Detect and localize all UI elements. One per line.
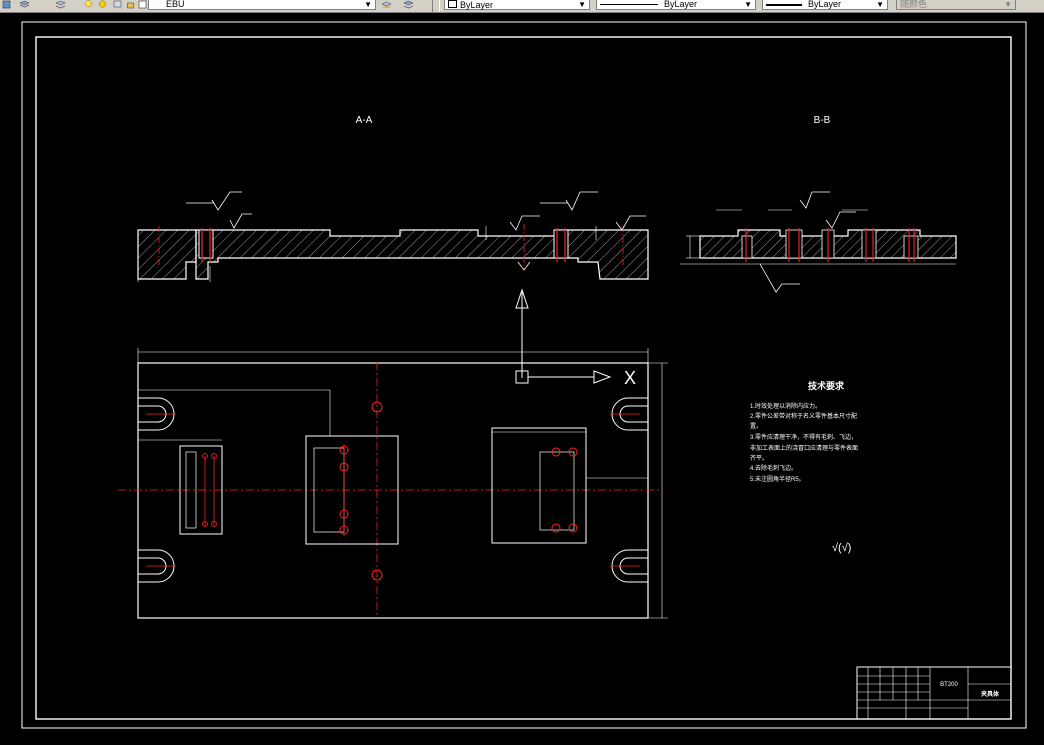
layer-lock-icon[interactable] (126, 0, 136, 12)
chevron-down-icon: ▼ (876, 0, 884, 9)
layer-manager-icon[interactable] (20, 0, 34, 12)
sheet-outer-border (21, 21, 1027, 729)
layer-freeze-sun-icon[interactable] (98, 0, 110, 12)
chevron-down-icon: ▼ (1004, 0, 1012, 9)
layer-states-icon[interactable] (56, 0, 74, 12)
layer-previous-icon[interactable] (404, 0, 418, 12)
tech-title: 技术要求 (808, 380, 845, 391)
plotstyle-dropdown-value: 随颜色 (900, 0, 928, 9)
tech-line: 齐平。 (750, 454, 768, 462)
tech-line: 1.时效处理以消除内应力。 (750, 402, 821, 410)
layer-on-bulb-icon[interactable] (84, 0, 96, 12)
lineweight-dropdown-value: ByLayer (808, 0, 842, 9)
tech-line: 3.零件应清理干净，不得有毛刺、飞边， (750, 433, 857, 441)
lineweight-sample (766, 3, 802, 6)
properties-toolbar: EBU ▼ ByLayer ▼ ByLayer ▼ ByLayer ▼ 随颜色 … (0, 0, 1044, 13)
lineweight-dropdown[interactable]: ByLayer ▼ (762, 0, 888, 10)
linetype-dropdown[interactable]: ByLayer ▼ (596, 0, 756, 10)
title-block-code: BT200 (940, 682, 958, 688)
drawing-svg: A-A B-B X 技术要求 1.时效处理以消除内应力。 2.零件公差带对称于名… (21, 21, 1027, 729)
make-layer-current-icon[interactable] (382, 0, 396, 12)
tech-line: 5.未注圆角半径R5。 (750, 475, 805, 483)
chevron-down-icon: ▼ (364, 0, 372, 9)
tech-line: 置。 (750, 423, 762, 430)
linetype-sample (600, 4, 658, 6)
layer-viewport-freeze-icon[interactable] (113, 0, 125, 12)
section-aa-title: A-A (356, 115, 373, 126)
plan-view (118, 348, 668, 619)
section-bb-view (680, 191, 957, 293)
color-dropdown[interactable]: ByLayer ▼ (444, 0, 590, 10)
plotstyle-dropdown[interactable]: 随颜色 ▼ (896, 0, 1016, 10)
drawing-canvas[interactable]: A-A B-B X 技术要求 1.时效处理以消除内应力。 2.零件公差带对称于名… (0, 13, 1044, 741)
linetype-dropdown-value: ByLayer (664, 0, 698, 9)
tech-line: 2.零件公差带对称于名义零件基本尺寸配 (750, 412, 857, 420)
title-block: BT200 夹具体 (856, 666, 1012, 720)
toolbar-separator (432, 0, 440, 12)
layer-color-swatch-icon[interactable] (138, 0, 148, 12)
tech-line: 非加工表面上的浇冒口应清理与零件表面 (750, 444, 858, 452)
layer-dropdown[interactable]: EBU ▼ (148, 0, 376, 10)
tech-line: 4.去除毛刺飞边。 (750, 464, 797, 472)
section-bb-title: B-B (814, 115, 831, 126)
surface-roughness-note: √(√) (832, 542, 851, 554)
technical-requirements: 技术要求 1.时效处理以消除内应力。 2.零件公差带对称于名义零件基本尺寸配 置… (750, 380, 858, 554)
ucs-x-label: X (624, 368, 636, 388)
color-dropdown-value: ByLayer (460, 0, 494, 10)
title-block-name: 夹具体 (981, 690, 1000, 698)
sheet-inner-border (35, 36, 1012, 720)
layer-dropdown-value: EBU (166, 0, 185, 9)
color-swatch-icon (448, 0, 457, 8)
chevron-down-icon: ▼ (744, 0, 752, 9)
section-aa-view (137, 191, 649, 282)
chevron-down-icon: ▼ (578, 0, 586, 9)
ucs-axis-icon: X (515, 288, 636, 388)
toolbar-grip-icon[interactable] (2, 0, 16, 12)
